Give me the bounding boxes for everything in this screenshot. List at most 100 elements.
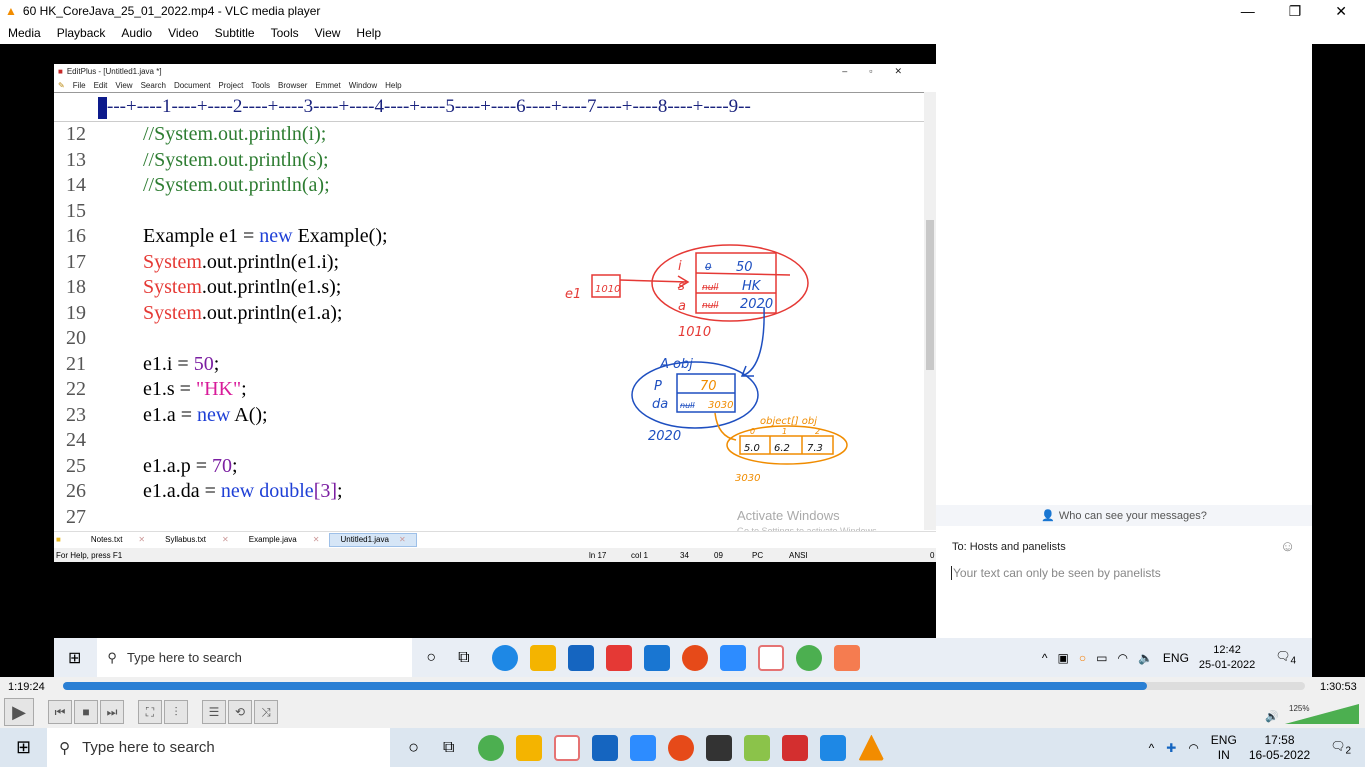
orange-circle-icon[interactable]: ○	[1079, 651, 1086, 665]
chrome-icon[interactable]	[795, 644, 822, 671]
ep-menu-help[interactable]: Help	[385, 81, 401, 90]
gift-icon[interactable]	[605, 644, 632, 671]
menu-video[interactable]: Video	[168, 26, 198, 40]
windows-start-icon[interactable]: ⊞	[16, 737, 31, 758]
battery-icon[interactable]: ▭	[1096, 651, 1107, 665]
menu-help[interactable]: Help	[356, 26, 381, 40]
tray-chevron-icon[interactable]: ^	[1149, 741, 1155, 755]
plus-icon[interactable]: ✚	[1166, 741, 1176, 755]
acrobat-icon[interactable]	[782, 734, 809, 761]
code-line: e1.a = new A();	[143, 404, 268, 427]
vlc-icon[interactable]	[858, 734, 885, 761]
next-button[interactable]: ⏭	[100, 700, 124, 724]
notification-icon[interactable]: 🗨2	[1330, 739, 1351, 756]
previous-button[interactable]: ⏮	[48, 700, 72, 724]
tab-untitled1[interactable]: Untitled1.java ✕	[329, 532, 417, 547]
language-indicator[interactable]: ENG	[1163, 651, 1189, 665]
close-tab-icon[interactable]: ✕	[138, 535, 145, 544]
file-explorer-icon[interactable]	[529, 644, 556, 671]
wifi-icon[interactable]: ◠	[1117, 651, 1127, 665]
menu-audio[interactable]: Audio	[121, 26, 152, 40]
photos-icon[interactable]	[820, 734, 847, 761]
chrome-icon[interactable]	[478, 734, 505, 761]
fullscreen-button[interactable]: ⛶	[138, 700, 162, 724]
shuffle-button[interactable]: ⤨	[254, 700, 278, 724]
ep-menu-document[interactable]: Document	[174, 81, 210, 90]
menu-view[interactable]: View	[315, 26, 341, 40]
task-view-icon[interactable]: ⧉	[458, 649, 469, 667]
close-tab-icon[interactable]: ✕	[313, 535, 320, 544]
ep-menu-tools[interactable]: Tools	[251, 81, 270, 90]
ep-menu-view[interactable]: View	[115, 81, 132, 90]
volume-slider[interactable]: 125%	[1285, 702, 1361, 724]
tray-chevron-icon[interactable]: ^	[1042, 651, 1048, 665]
close-tab-icon[interactable]: ✕	[399, 535, 406, 544]
menu-playback[interactable]: Playback	[57, 26, 106, 40]
tab-example[interactable]: Example.java ✕	[239, 533, 330, 547]
sticky-notes-icon[interactable]	[706, 734, 733, 761]
language-indicator[interactable]: ENG IN	[1211, 733, 1237, 763]
tab-notes[interactable]: Notes.txt ✕	[81, 533, 155, 547]
tab-syllabus[interactable]: Syllabus.txt ✕	[155, 533, 239, 547]
minimize-button[interactable]: —	[1241, 3, 1255, 20]
ep-menu-browser[interactable]: Browser	[278, 81, 307, 90]
ep-menu-search[interactable]: Search	[141, 81, 166, 90]
vlc-menu-bar: Media Playback Audio Video Subtitle Tool…	[0, 22, 1365, 44]
edge-icon[interactable]	[491, 644, 518, 671]
cortana-icon[interactable]: ○	[408, 737, 419, 758]
ep-menu-edit[interactable]: Edit	[94, 81, 108, 90]
tab-label: Syllabus.txt	[165, 535, 207, 544]
windows-start-icon[interactable]: ⊞	[68, 648, 81, 668]
menu-subtitle[interactable]: Subtitle	[215, 26, 255, 40]
volume-icon[interactable]: 🔈	[1138, 651, 1153, 665]
play-button[interactable]: ▶	[4, 698, 34, 726]
mail-icon[interactable]	[643, 644, 670, 671]
ep-menu-file[interactable]: File	[73, 81, 86, 90]
who-can-see-button[interactable]: 👤 Who can see your messages?	[936, 505, 1312, 526]
host-search-box[interactable]: ⚲ Type here to search	[47, 728, 391, 767]
meeting-icon[interactable]: ▣	[1058, 651, 1069, 665]
vertical-scrollbar[interactable]	[924, 92, 936, 530]
ep-menu-emmet[interactable]: Emmet	[315, 81, 340, 90]
loop-button[interactable]: ⟲	[228, 700, 252, 724]
record-icon[interactable]	[681, 644, 708, 671]
menu-media[interactable]: Media	[8, 26, 41, 40]
inner-search-box[interactable]: ⚲ Type here to search	[97, 638, 413, 677]
clock[interactable]: 17:58 16-05-2022	[1249, 733, 1310, 763]
camera-app-icon[interactable]	[833, 644, 860, 671]
extended-settings-button[interactable]: ⫶	[164, 700, 188, 724]
cortana-icon[interactable]: ○	[426, 649, 436, 667]
chat-recipient[interactable]: To: Hosts and panelists	[952, 541, 1066, 553]
playlist-button[interactable]: ☰	[202, 700, 226, 724]
array-value: 6.2	[774, 443, 790, 454]
zoom-icon[interactable]	[630, 734, 657, 761]
store-icon[interactable]	[567, 644, 594, 671]
notification-count: 4	[1290, 655, 1296, 667]
store-icon[interactable]	[592, 734, 619, 761]
code-token: A();	[230, 403, 268, 426]
snip-icon[interactable]	[554, 734, 581, 761]
ep-menu-window[interactable]: Window	[349, 81, 377, 90]
chart-app-icon[interactable]	[744, 734, 771, 761]
chat-input[interactable]: Your text can only be seen by panelists	[951, 566, 1161, 580]
scrollbar-thumb[interactable]	[926, 220, 934, 370]
close-tab-icon[interactable]: ✕	[222, 535, 229, 544]
record-icon[interactable]	[668, 734, 695, 761]
notification-icon[interactable]: 🗨4	[1275, 649, 1296, 666]
task-view-icon[interactable]: ⧉	[443, 739, 454, 757]
stop-button[interactable]: ■	[74, 700, 98, 724]
seek-slider[interactable]	[63, 682, 1305, 690]
emoji-icon[interactable]: ☺	[1280, 538, 1295, 555]
editplus-window-controls[interactable]: –▫✕	[842, 66, 924, 77]
clock[interactable]: 12:42 25-01-2022	[1199, 643, 1255, 673]
zoom-icon[interactable]	[719, 644, 746, 671]
menu-tools[interactable]: Tools	[271, 26, 299, 40]
wifi-icon[interactable]: ◠	[1188, 741, 1198, 755]
ep-menu-project[interactable]: Project	[218, 81, 243, 90]
speaker-icon[interactable]: 🔊	[1265, 710, 1279, 723]
maximize-button[interactable]: ❐	[1289, 3, 1302, 20]
close-button[interactable]: ✕	[1335, 3, 1347, 20]
snip-icon[interactable]	[757, 644, 784, 671]
file-explorer-icon[interactable]	[516, 734, 543, 761]
code-token: new	[197, 403, 231, 426]
